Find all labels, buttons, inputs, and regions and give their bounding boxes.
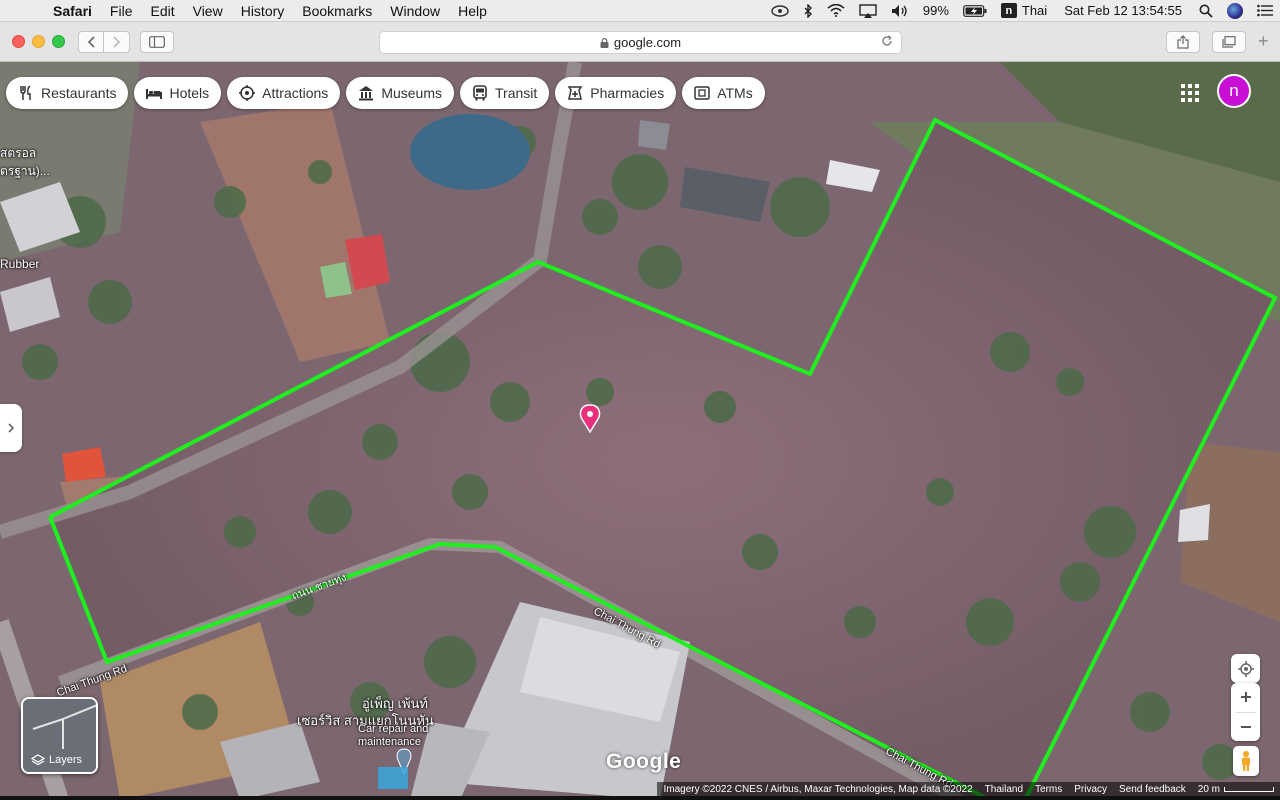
menubar-clock[interactable]: Sat Feb 12 13:54:55: [1054, 3, 1192, 18]
airplay-icon[interactable]: [852, 3, 884, 18]
chip-museums[interactable]: Museums: [346, 77, 454, 109]
sidebar-icon: [149, 36, 165, 48]
chip-label: Transit: [495, 85, 538, 101]
creative-cloud-icon[interactable]: [764, 4, 796, 17]
zoom-in-button[interactable]: [1231, 683, 1260, 712]
volume-icon[interactable]: [884, 4, 916, 18]
input-source-menu[interactable]: n Thai: [994, 3, 1054, 18]
chip-label: ATMs: [717, 85, 753, 101]
chip-label: Restaurants: [41, 85, 117, 101]
my-location-button[interactable]: [1231, 654, 1260, 683]
map-footer: Imagery ©2022 CNES / Airbus, Maxar Techn…: [657, 782, 1280, 796]
pegman-icon: [1242, 751, 1250, 771]
lock-icon: [600, 37, 609, 48]
menu-window[interactable]: Window: [381, 3, 449, 19]
show-tabs-button[interactable]: [1212, 31, 1246, 53]
menu-file[interactable]: File: [101, 3, 142, 19]
map-scale[interactable]: 20 m: [1198, 784, 1274, 795]
street-view-pegman[interactable]: [1233, 746, 1259, 776]
sidebar-toggle-button[interactable]: [140, 31, 174, 53]
footer-country[interactable]: Thailand: [985, 784, 1023, 795]
back-button[interactable]: [78, 31, 104, 53]
fork-knife-icon: [17, 84, 35, 102]
chip-transit[interactable]: Transit: [460, 77, 550, 109]
window-minimize-button[interactable]: [32, 35, 45, 48]
category-chips: Restaurants Hotels Attractions Museums T…: [6, 77, 765, 109]
layers-button[interactable]: Layers: [21, 697, 98, 774]
minus-icon: [1240, 725, 1251, 728]
scale-bar: [1224, 786, 1274, 792]
poi-type-line-2: maintenance: [358, 736, 421, 748]
satellite-map[interactable]: สตรอล ตรฐาน)... Rubber ถนน ชายทุ่ง Chai …: [0, 62, 1280, 800]
bluetooth-icon[interactable]: [796, 3, 820, 18]
map-label-thai-top-2: ตรฐาน)...: [0, 164, 50, 178]
account-avatar[interactable]: n: [1217, 74, 1251, 108]
screen: Safari File Edit View History Bookmarks …: [0, 0, 1280, 800]
address-bar[interactable]: google.com: [379, 31, 902, 54]
satellite-imagery: [0, 62, 1280, 800]
scale-label: 20 m: [1197, 783, 1220, 795]
chip-label: Attractions: [262, 85, 329, 101]
menu-app-safari[interactable]: Safari: [44, 3, 101, 19]
google-apps-icon[interactable]: [1181, 84, 1199, 102]
spotlight-search-icon[interactable]: [1192, 4, 1220, 18]
chip-restaurants[interactable]: Restaurants: [6, 77, 129, 109]
wifi-icon[interactable]: [820, 4, 852, 17]
atm-icon: [693, 84, 711, 102]
input-source-label: Thai: [1021, 3, 1048, 18]
plus-icon: [1240, 692, 1251, 703]
chevron-right-icon: [112, 36, 120, 48]
share-button[interactable]: [1166, 31, 1200, 53]
chip-label: Museums: [381, 85, 442, 101]
menu-edit[interactable]: Edit: [141, 3, 183, 19]
imagery-attribution: Imagery ©2022 CNES / Airbus, Maxar Techn…: [663, 783, 973, 795]
bed-icon: [145, 84, 163, 102]
footer-privacy-link[interactable]: Privacy: [1074, 784, 1107, 795]
poi-type-line-1: Car repair and: [358, 723, 429, 735]
map-label-thai-top: สตรอล: [0, 146, 37, 160]
input-source-icon: n: [1000, 3, 1017, 18]
side-panel-toggle[interactable]: [0, 404, 22, 452]
chip-label: Pharmacies: [590, 85, 665, 101]
layers-label: Layers: [49, 754, 83, 766]
chevron-right-icon: [8, 423, 14, 433]
forward-button[interactable]: [104, 31, 130, 53]
menu-bar: Safari File Edit View History Bookmarks …: [0, 0, 1280, 22]
chip-pharmacies[interactable]: Pharmacies: [555, 77, 677, 109]
notification-center-icon[interactable]: [1250, 4, 1280, 17]
menu-history[interactable]: History: [232, 3, 294, 19]
google-logo: Google: [606, 750, 682, 773]
zoom-controls: [1231, 683, 1260, 741]
bottom-edge: [0, 796, 1280, 800]
menu-bookmarks[interactable]: Bookmarks: [293, 3, 381, 19]
footer-terms-link[interactable]: Terms: [1035, 784, 1062, 795]
bus-icon: [471, 84, 489, 102]
tabs-icon: [1222, 36, 1236, 48]
chip-attractions[interactable]: Attractions: [227, 77, 341, 109]
footer-feedback-link[interactable]: Send feedback: [1119, 784, 1186, 795]
zoom-out-button[interactable]: [1231, 713, 1260, 742]
browser-toolbar: google.com +: [0, 22, 1280, 62]
siri-icon[interactable]: [1220, 2, 1250, 19]
chip-atms[interactable]: ATMs: [682, 77, 765, 109]
chip-label: Hotels: [169, 85, 210, 101]
map-label-rubber: Rubber: [0, 257, 40, 271]
menu-view[interactable]: View: [184, 3, 232, 19]
reload-icon[interactable]: [881, 35, 893, 50]
chevron-left-icon: [87, 36, 95, 48]
attraction-icon: [238, 84, 256, 102]
crosshair-icon: [1237, 660, 1254, 677]
window-fullscreen-button[interactable]: [52, 35, 65, 48]
share-icon: [1177, 35, 1189, 49]
battery-charging-icon[interactable]: [956, 4, 994, 17]
museum-icon: [357, 84, 375, 102]
menu-help[interactable]: Help: [449, 3, 496, 19]
pharmacy-icon: [566, 84, 584, 102]
window-close-button[interactable]: [12, 35, 25, 48]
layers-icon: [31, 754, 45, 766]
battery-percent: 99%: [922, 3, 949, 18]
new-tab-plus-icon[interactable]: +: [1258, 31, 1269, 52]
chip-hotels[interactable]: Hotels: [134, 77, 222, 109]
url-text: google.com: [613, 35, 682, 50]
